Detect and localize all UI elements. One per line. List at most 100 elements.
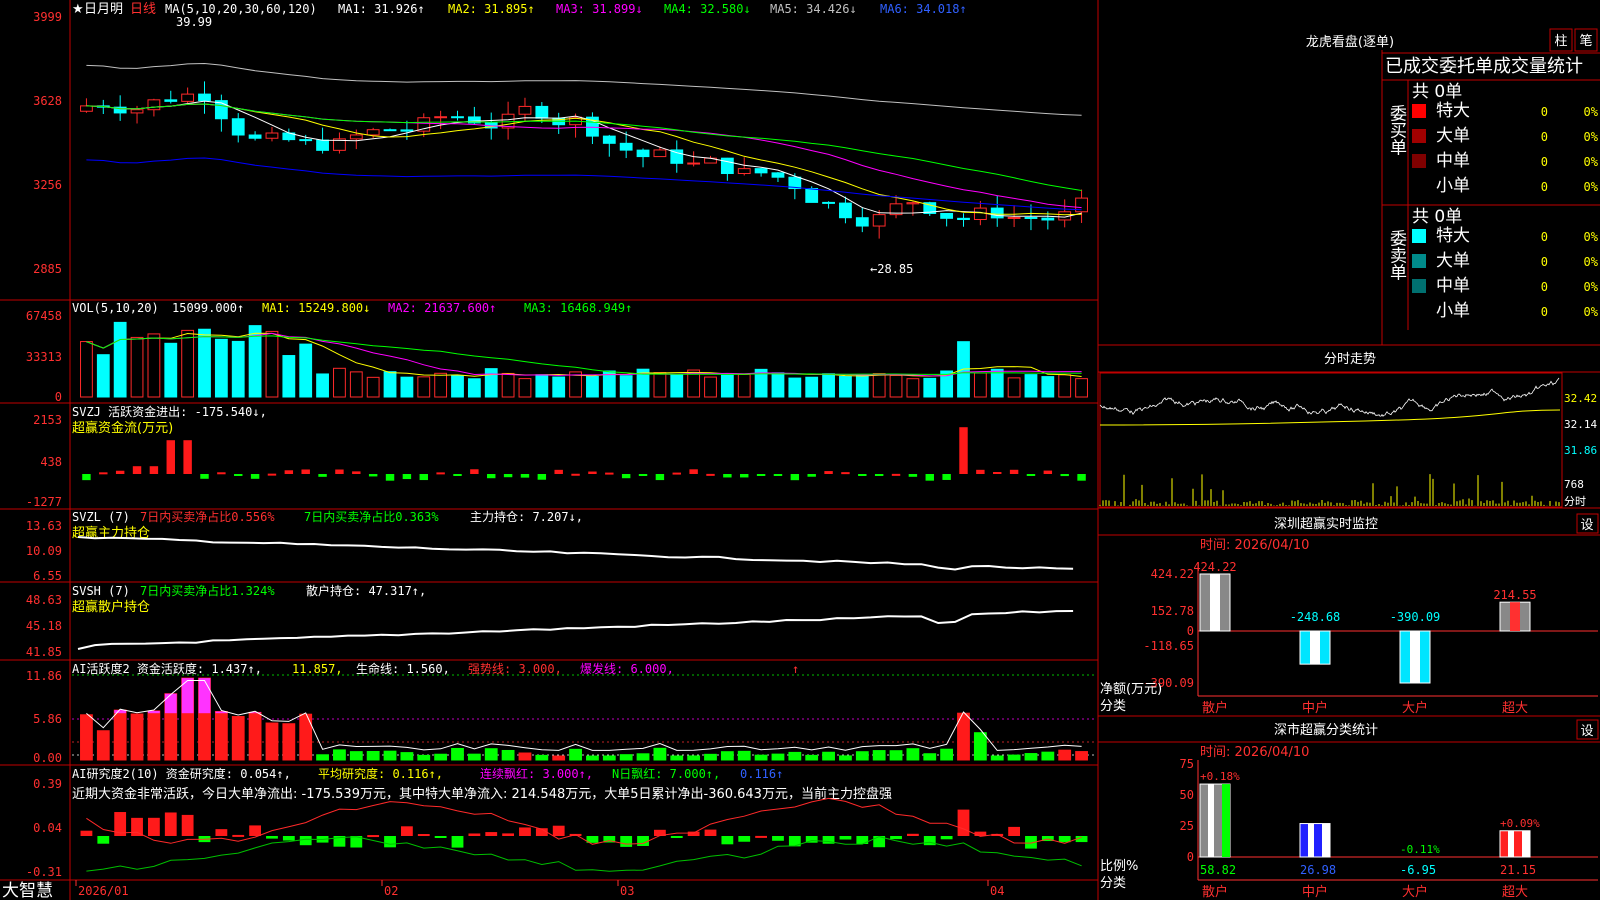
volume-bar xyxy=(855,374,869,398)
research-bar xyxy=(282,836,295,841)
flow-bar xyxy=(1026,474,1036,476)
activity-bar xyxy=(484,748,498,761)
volume-bar xyxy=(1024,374,1038,398)
flow-bar xyxy=(605,472,614,475)
ma-title: MA(5,10,20,30,60,120) xyxy=(165,2,317,16)
sell-row-name: 中单 xyxy=(1436,276,1470,296)
ai1-title: AI活跃度2 资金活跃度: 1.437↑, xyxy=(72,661,262,676)
pen-mode-label: 笔 xyxy=(1579,33,1592,49)
volume-bar xyxy=(923,377,937,398)
intraday-tick: 32.14 xyxy=(1564,418,1597,431)
monitor-category: 大户 xyxy=(1402,700,1428,716)
candle-body xyxy=(1041,217,1055,221)
sell-row-name: 特大 xyxy=(1436,226,1470,246)
monitor-settings-label: 设 xyxy=(1580,518,1593,533)
activity-bar xyxy=(653,747,667,761)
sell-row-count: 0 xyxy=(1541,230,1548,244)
research-bar xyxy=(906,833,919,836)
candle-body xyxy=(299,139,313,142)
volume-bar xyxy=(181,329,195,398)
ai2-nred: N日飘红: 7.000↑, xyxy=(612,766,720,781)
research-bar xyxy=(772,836,784,841)
volume-bar xyxy=(973,372,987,398)
activity-bar xyxy=(113,709,127,761)
activity-bar xyxy=(383,750,397,761)
buy-total: 共 0单 xyxy=(1412,82,1462,102)
flow-bar xyxy=(554,469,563,474)
volume-bar xyxy=(113,321,127,398)
candle-body xyxy=(771,172,785,178)
flow-bar xyxy=(908,474,918,477)
flow-bar xyxy=(115,470,125,474)
flow-bar xyxy=(183,440,192,474)
candle-body xyxy=(906,202,920,205)
activity-bar xyxy=(80,714,93,761)
activity-bar xyxy=(552,755,566,761)
research-bar xyxy=(249,825,262,836)
trading-terminal: ★ 日月明 日线 MA(5,10,20,30,60,120) MA1: 31.9… xyxy=(0,0,1600,900)
ai2-avg: 平均研究度: 0.116↑, xyxy=(318,766,443,781)
volume-bar xyxy=(720,374,734,398)
buy-row-pct: 0% xyxy=(1584,180,1599,194)
class-value-label: 58.82 xyxy=(1200,863,1236,877)
candle-body xyxy=(855,217,869,227)
research-bar xyxy=(367,835,380,838)
svzl-ratio2: 7日内买卖净占比0.363% xyxy=(304,509,439,524)
volume-bar xyxy=(349,371,363,398)
flow-bar xyxy=(99,472,108,475)
class-bar-highlight xyxy=(1208,784,1214,857)
activity-bar xyxy=(822,751,835,761)
sell-row-count: 0 xyxy=(1541,255,1548,269)
flow-bar xyxy=(655,474,665,481)
research-bar xyxy=(687,831,700,836)
burst-segment xyxy=(164,693,177,714)
candle-body xyxy=(147,99,161,111)
x-tick: 2026/01 xyxy=(78,884,129,898)
research-bar xyxy=(974,831,987,836)
flow-bar xyxy=(841,472,850,475)
y-tick: 0.39 xyxy=(33,777,62,791)
class-tick: 0 xyxy=(1187,850,1194,864)
candle-body xyxy=(451,116,464,119)
monitor-bar-highlight xyxy=(1310,631,1320,665)
svzl-holding: 主力持仓: 7.207↓, xyxy=(470,509,583,524)
activity-bar xyxy=(687,755,701,761)
candle-body xyxy=(957,217,970,221)
buy-row-swatch xyxy=(1412,129,1426,143)
candle-body xyxy=(1024,216,1038,219)
candle-body xyxy=(164,99,178,102)
candle-body xyxy=(316,139,329,151)
flow-bar xyxy=(571,473,580,476)
flow-bar xyxy=(1060,474,1069,477)
activity-bar xyxy=(366,750,380,761)
activity-bar xyxy=(147,710,161,761)
volume-bar xyxy=(366,376,380,398)
candle-body xyxy=(670,149,684,164)
volume-bar xyxy=(316,373,329,398)
lhb-title: 龙虎看盘(逐单) xyxy=(1306,34,1394,50)
activity-bar xyxy=(923,753,937,761)
volume-bar xyxy=(586,375,599,398)
flow-bar xyxy=(1077,474,1086,481)
main-chart-area[interactable]: ★ 日月明 日线 MA(5,10,20,30,60,120) MA1: 31.9… xyxy=(0,0,1600,900)
y-tick: -1277 xyxy=(26,495,62,509)
activity-bar xyxy=(754,754,768,761)
class-settings-label: 设 xyxy=(1580,724,1593,739)
burst-segment xyxy=(198,678,211,714)
volume-bar xyxy=(265,330,279,398)
volume-bar xyxy=(96,354,110,398)
y-tick: -0.31 xyxy=(26,865,62,879)
class-title: 深市超赢分类统计 xyxy=(1274,722,1378,738)
activity-bar xyxy=(973,732,987,761)
candle-body xyxy=(181,93,195,102)
flow-bar xyxy=(756,474,766,476)
volume-layer xyxy=(80,321,1088,398)
candles-layer[interactable] xyxy=(80,62,1088,239)
svsh-ratio: 7日内买卖净占比1.324% xyxy=(140,583,275,598)
candle-body xyxy=(653,149,667,158)
candle-body xyxy=(1007,216,1021,219)
y-tick: 11.86 xyxy=(26,669,62,683)
buy-row-count: 0 xyxy=(1541,105,1548,119)
svzj-title: SVZJ 活跃资金进出: -175.540↓, xyxy=(72,404,267,419)
flow-bar xyxy=(1009,469,1019,474)
